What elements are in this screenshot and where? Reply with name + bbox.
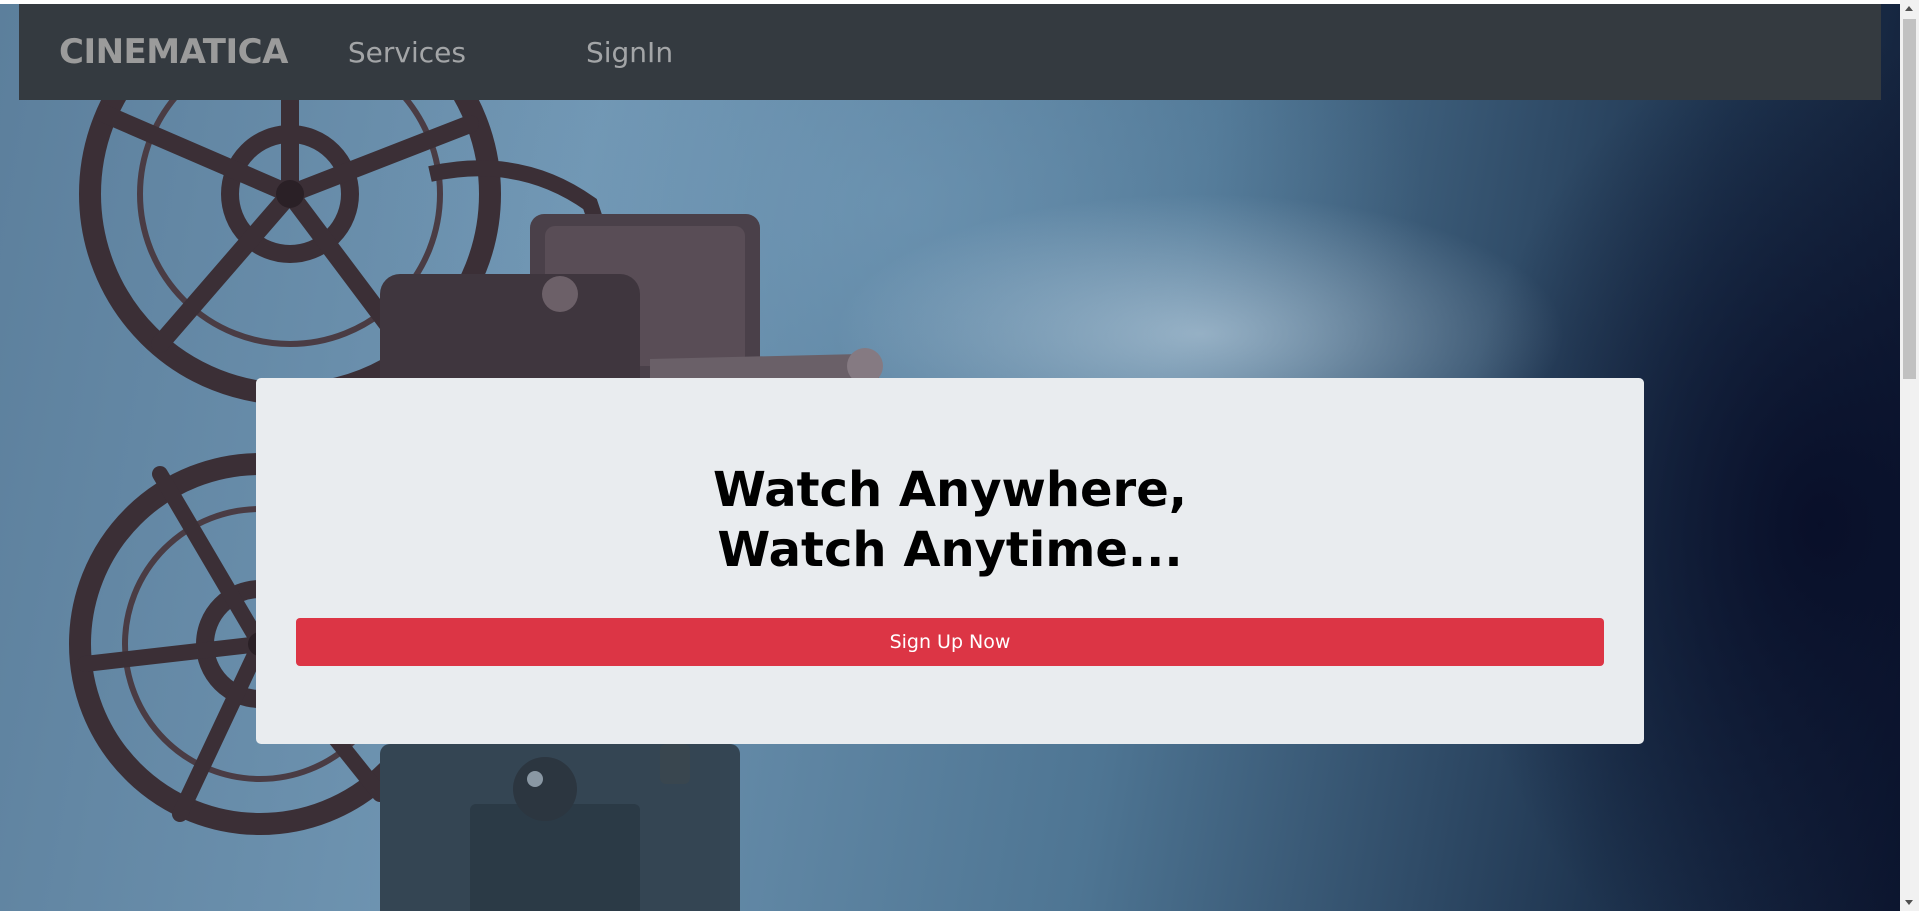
vertical-scrollbar[interactable] xyxy=(1900,0,1919,911)
brand-logo[interactable]: CINEMATICA xyxy=(59,32,288,72)
hero-headline-line-1: Watch Anywhere, xyxy=(712,462,1188,518)
scrollbar-thumb[interactable] xyxy=(1903,19,1916,379)
scroll-down-arrow-icon[interactable] xyxy=(1905,900,1913,905)
nav-link-services[interactable]: Services xyxy=(348,36,466,69)
nav-link-signin[interactable]: SignIn xyxy=(586,36,673,69)
hero-headline: Watch Anywhere, Watch Anytime... xyxy=(256,460,1644,580)
sign-up-button[interactable]: Sign Up Now xyxy=(296,618,1604,666)
hero-card: Watch Anywhere, Watch Anytime... Sign Up… xyxy=(256,378,1644,744)
hero-headline-line-2: Watch Anytime... xyxy=(717,522,1183,578)
top-navbar: CINEMATICA Services SignIn xyxy=(19,4,1881,100)
scroll-up-arrow-icon[interactable] xyxy=(1905,6,1913,11)
